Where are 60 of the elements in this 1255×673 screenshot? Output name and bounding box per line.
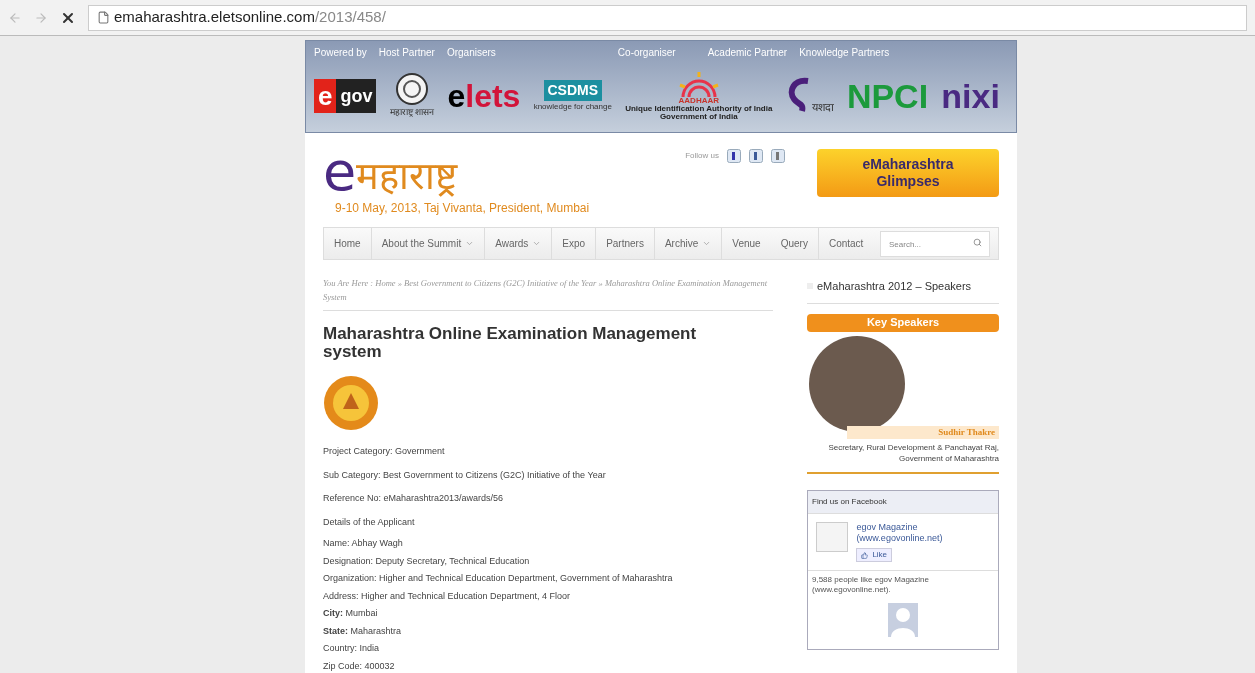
page-icon	[97, 11, 110, 24]
meta-text: Project Category: Government	[323, 445, 446, 458]
speaker-name: Sudhir Thakre	[847, 425, 999, 439]
site-logo[interactable]: eमहाराष्ट्र 9-10 May, 2013, Taj Vivanta, President, Mumbai	[323, 145, 590, 217]
elets-logo: elets	[447, 80, 521, 112]
thumbs-up-icon	[861, 551, 869, 559]
facebook-header: Find us on Facebook	[808, 491, 998, 514]
detail-text: Designation: Deputy Secretary, Technical Education	[323, 554, 531, 568]
meta-text: Details of the Applicant	[323, 515, 416, 529]
detail-text: Address: Higher and Technical Education Department, 4 Floor	[323, 589, 571, 603]
caret-icon	[532, 239, 542, 248]
article-title: Maharashtra Online Examination Management system	[323, 325, 698, 361]
seal-icon	[323, 375, 379, 431]
search-icon[interactable]	[973, 237, 982, 247]
partner-label: Knowledge Partners	[799, 46, 890, 60]
like-count: 9,588 people like egov Magazine (www.egovonline.net).	[811, 574, 930, 596]
partner-label: Host Partner	[378, 46, 435, 60]
address-bar[interactable]: emaharashtra.eletsonline.com/2013/458/	[88, 4, 1247, 31]
like-button[interactable]: Like	[856, 548, 893, 562]
detail-text: Zip Code: 400032	[323, 659, 396, 673]
nav-link[interactable]: Contact	[818, 228, 874, 259]
aadhaar-logo: AADHAAR Unique Identification Authority of India Government of India	[625, 71, 773, 121]
nixi-logo: nixi	[941, 79, 1000, 113]
url-text: emaharashtra.eletsonline.com/2013/458/	[114, 7, 386, 28]
nav-link[interactable]: Expo	[552, 228, 597, 259]
glimpses-button[interactable]: eMaharashtra Glimpses	[817, 149, 999, 197]
nav-link[interactable]: Archive	[654, 228, 723, 259]
seal-logo: महाराष्ट्र शासन	[389, 72, 435, 120]
csdms-logo: CSDMS knowledge for change	[533, 79, 612, 113]
speaker-role: Secretary, Rural Development & Panchayat Raj, Government of Maharashtra	[807, 442, 999, 474]
detail-text: City: Mumbai	[323, 607, 379, 620]
caret-icon	[465, 239, 475, 248]
page-name[interactable]: egov Magazine (www.egovonline.net)	[856, 522, 990, 544]
nav-link[interactable]: Home	[324, 228, 372, 259]
meta-text: Sub Category: Best Government to Citizens (G2C) Initiative of the Year	[323, 468, 607, 482]
partner-label: Co-organiser	[617, 46, 676, 60]
partner-label: Powered by	[314, 46, 367, 60]
follow-label: Follow us	[685, 150, 719, 162]
nav-link[interactable]: Venue	[722, 228, 771, 259]
npci-logo: NPCI	[846, 79, 929, 113]
egov-logo: e gov	[314, 79, 377, 113]
partner-label: Academic Partner	[707, 46, 788, 60]
avatar-silhouette-icon	[888, 603, 918, 637]
nav-link[interactable]: Awards	[485, 228, 553, 259]
page-thumbnail	[816, 522, 849, 552]
nav-link[interactable]: Query	[770, 228, 819, 259]
search-field[interactable]: Search...	[880, 231, 990, 258]
key-speakers-banner: Key Speakers	[807, 313, 999, 332]
nav-link[interactable]: Partners	[596, 228, 655, 259]
caret-icon	[702, 239, 712, 248]
breadcrumb: You Are Here : Home » Best Government to Citizens (G2C) Initiative of the Year » Maharashtra Online Examination Management System	[323, 276, 773, 311]
nav-link[interactable]: About the Summit	[371, 228, 486, 259]
partner-label: Organisers	[446, 46, 496, 60]
emblem-logo: यशदा	[785, 77, 834, 115]
detail-text: Name: Abhay Wagh	[323, 537, 404, 550]
detail-text: State: Maharashtra	[323, 624, 403, 638]
meta-text: Reference No: eMaharashtra2013/awards/56	[323, 492, 505, 505]
sidebar-heading: eMaharashtra 2012 – Speakers	[817, 279, 972, 294]
detail-text: Organization: Higher and Technical Education Department, Government of Maharashtra	[323, 572, 674, 585]
detail-text: Country: India	[323, 642, 381, 655]
